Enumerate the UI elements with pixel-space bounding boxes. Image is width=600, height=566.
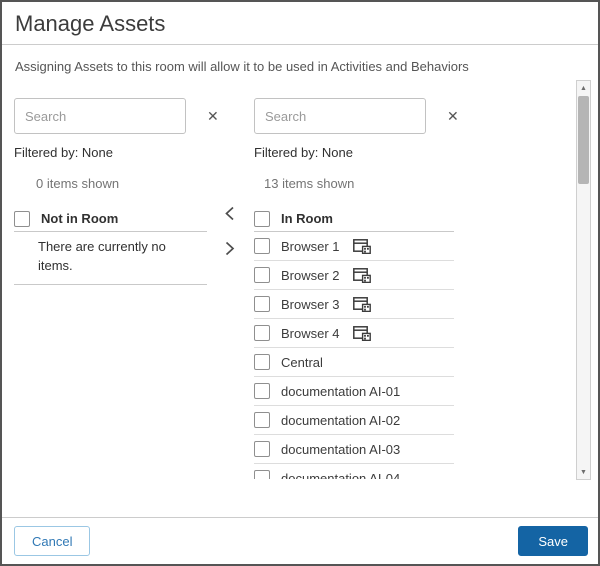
chevron-left-icon bbox=[223, 210, 236, 225]
asset-label: documentation AI-01 bbox=[281, 384, 400, 399]
save-button[interactable]: Save bbox=[518, 526, 588, 556]
asset-checkbox[interactable] bbox=[254, 412, 270, 428]
in-room-panel: ✕ Filtered by: None 13 items shown In Ro… bbox=[254, 98, 454, 479]
browser-app-icon bbox=[353, 326, 371, 341]
asset-checkbox[interactable] bbox=[254, 267, 270, 283]
empty-message: There are currently no items. bbox=[14, 232, 207, 285]
not-in-room-panel: ✕ Filtered by: None 0 items shown Not in… bbox=[14, 98, 207, 285]
asset-checkbox[interactable] bbox=[254, 325, 270, 341]
asset-label: Browser 3 bbox=[281, 297, 340, 312]
asset-label: Browser 4 bbox=[281, 326, 340, 341]
in-room-header-row: In Room bbox=[254, 206, 454, 232]
asset-checkbox[interactable] bbox=[254, 296, 270, 312]
not-in-room-header-label: Not in Room bbox=[41, 211, 118, 226]
browser-app-icon bbox=[353, 268, 371, 283]
asset-checkbox[interactable] bbox=[254, 354, 270, 370]
cancel-button[interactable]: Cancel bbox=[14, 526, 90, 556]
select-all-not-in-room-checkbox[interactable] bbox=[14, 211, 30, 227]
dialog-description: Assigning Assets to this room will allow… bbox=[15, 59, 469, 74]
in-room-header-label: In Room bbox=[281, 211, 333, 226]
asset-checkbox[interactable] bbox=[254, 470, 270, 479]
in-room-filter-status: Filtered by: None bbox=[254, 145, 454, 160]
not-in-room-filter-status: Filtered by: None bbox=[14, 145, 207, 160]
asset-label: documentation AI-03 bbox=[281, 442, 400, 457]
in-room-items-count: 13 items shown bbox=[254, 176, 454, 191]
move-right-button[interactable] bbox=[223, 240, 236, 257]
asset-label: documentation AI-02 bbox=[281, 413, 400, 428]
clear-search-icon[interactable]: ✕ bbox=[447, 108, 459, 125]
scrollbar-thumb[interactable] bbox=[578, 96, 589, 184]
manage-assets-dialog: Manage Assets Assigning Assets to this r… bbox=[0, 0, 600, 566]
not-in-room-search-box: ✕ bbox=[14, 98, 186, 134]
asset-row[interactable]: Browser 2 bbox=[254, 261, 454, 290]
clear-search-icon[interactable]: ✕ bbox=[207, 108, 219, 125]
browser-app-icon bbox=[353, 297, 371, 312]
not-in-room-search-input[interactable] bbox=[15, 99, 207, 133]
in-room-search-input[interactable] bbox=[255, 99, 447, 133]
asset-checkbox[interactable] bbox=[254, 383, 270, 399]
asset-row[interactable]: Browser 1 bbox=[254, 232, 454, 261]
title-divider bbox=[2, 44, 598, 45]
asset-row[interactable]: Central bbox=[254, 348, 454, 377]
not-in-room-header-row: Not in Room bbox=[14, 206, 207, 232]
chevron-right-icon bbox=[223, 245, 236, 260]
asset-label: Browser 1 bbox=[281, 239, 340, 254]
asset-label: Central bbox=[281, 355, 323, 370]
footer-divider bbox=[2, 517, 598, 518]
asset-row[interactable]: Browser 3 bbox=[254, 290, 454, 319]
asset-checkbox[interactable] bbox=[254, 441, 270, 457]
asset-row[interactable]: documentation AI-03 bbox=[254, 435, 454, 464]
dialog-title: Manage Assets bbox=[15, 11, 165, 37]
asset-row[interactable]: documentation AI-01 bbox=[254, 377, 454, 406]
asset-row[interactable]: documentation AI-02 bbox=[254, 406, 454, 435]
not-in-room-items-count: 0 items shown bbox=[14, 176, 207, 191]
asset-label: documentation AI-04 bbox=[281, 471, 400, 480]
move-left-button[interactable] bbox=[223, 205, 236, 222]
browser-app-icon bbox=[353, 239, 371, 254]
move-arrows bbox=[223, 205, 236, 257]
asset-row[interactable]: Browser 4 bbox=[254, 319, 454, 348]
asset-checkbox[interactable] bbox=[254, 238, 270, 254]
scroll-down-icon[interactable]: ▼ bbox=[577, 465, 590, 479]
vertical-scrollbar[interactable]: ▲ ▼ bbox=[576, 80, 591, 480]
in-room-search-box: ✕ bbox=[254, 98, 426, 134]
in-room-list: Browser 1 Browser 2 bbox=[254, 232, 454, 479]
select-all-in-room-checkbox[interactable] bbox=[254, 211, 270, 227]
asset-row[interactable]: documentation AI-04 bbox=[254, 464, 454, 479]
scroll-up-icon[interactable]: ▲ bbox=[577, 81, 590, 95]
asset-label: Browser 2 bbox=[281, 268, 340, 283]
